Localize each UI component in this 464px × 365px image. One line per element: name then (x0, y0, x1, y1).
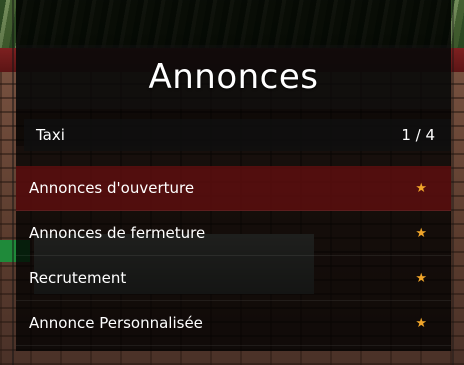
menu-item-label: Recrutement (29, 269, 127, 287)
star-icon: ★ (415, 315, 427, 331)
menu-item-opening-announcements[interactable]: Annonces d'ouverture ★ (16, 166, 451, 211)
menu-item-recruitment[interactable]: Recrutement ★ (16, 256, 451, 301)
menu-item-custom-announcement[interactable]: Annonce Personnalisée ★ (16, 301, 451, 346)
star-icon: ★ (415, 180, 427, 196)
menu-subheader: Taxi 1 / 4 (24, 119, 451, 151)
announcements-menu: Annonces Taxi 1 / 4 Annonces d'ouverture… (16, 0, 451, 351)
menu-item-label: Annonce Personnalisée (29, 314, 203, 332)
star-icon: ★ (415, 270, 427, 286)
star-icon: ★ (415, 225, 427, 241)
menu-items: Annonces d'ouverture ★ Annonces de ferme… (16, 166, 451, 346)
menu-category: Taxi (36, 126, 65, 144)
menu-banner: Annonces (16, 45, 451, 109)
menu-title: Annonces (148, 57, 319, 97)
menu-item-closing-announcements[interactable]: Annonces de fermeture ★ (16, 211, 451, 256)
menu-item-label: Annonces d'ouverture (29, 179, 195, 197)
menu-item-label: Annonces de fermeture (29, 224, 206, 242)
menu-item-counter: 1 / 4 (401, 126, 435, 144)
